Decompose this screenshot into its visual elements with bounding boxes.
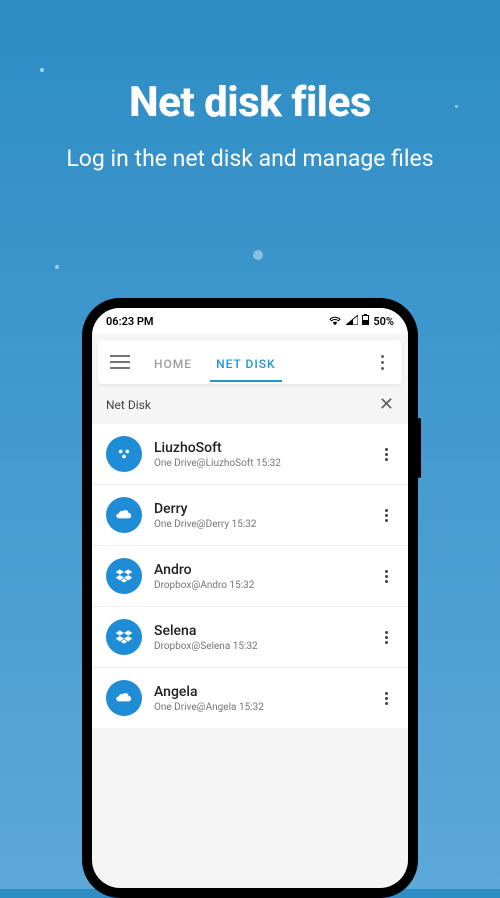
list-item[interactable]: Angela One Drive@Angela 15:32 [92,668,408,728]
decor-dot [55,265,59,269]
list-item[interactable]: Derry One Drive@Derry 15:32 [92,485,408,546]
dropbox-icon [106,558,142,594]
hero-title: Net disk files [0,78,500,127]
item-title: Andro [154,562,366,578]
tab-net-disk[interactable]: NET DISK [204,343,288,382]
item-more-icon[interactable] [378,692,394,705]
item-subtitle: One Drive@Derry 15:32 [154,519,366,530]
hero-subtitle: Log in the net disk and manage files [0,145,500,172]
section-title: Net Disk [106,398,151,412]
phone-frame: 06:23 PM 50% HOME NET DISK [82,298,418,898]
item-more-icon[interactable] [378,631,394,644]
status-time: 06:23 PM [106,315,154,328]
item-more-icon[interactable] [378,570,394,583]
baidu-icon [106,436,142,472]
item-subtitle: Dropbox@Selena 15:32 [154,641,366,652]
status-icons: 50% [328,314,394,328]
top-bar: HOME NET DISK [98,340,402,384]
section-header: Net Disk ✕ [92,384,408,424]
onedrive-icon [106,680,142,716]
decor-dot [253,250,263,260]
wifi-icon [328,315,342,328]
hero: Net disk files Log in the net disk and m… [0,0,500,172]
item-title: Derry [154,501,366,517]
decor-dot [40,68,44,72]
item-more-icon[interactable] [378,448,394,461]
item-title: Angela [154,684,366,700]
tabs: HOME NET DISK [142,343,370,382]
list-item[interactable]: Andro Dropbox@Andro 15:32 [92,546,408,607]
item-text: Angela One Drive@Angela 15:32 [154,684,366,713]
tab-home[interactable]: HOME [142,343,204,382]
phone-screen: 06:23 PM 50% HOME NET DISK [92,308,408,888]
list-item[interactable]: Selena Dropbox@Selena 15:32 [92,607,408,668]
battery-text: 50% [373,315,394,328]
status-bar: 06:23 PM 50% [92,308,408,334]
item-title: Selena [154,623,366,639]
item-text: Selena Dropbox@Selena 15:32 [154,623,366,652]
close-icon[interactable]: ✕ [379,396,394,414]
decor-dot [455,105,458,108]
list-item[interactable]: LiuzhoSoft One Drive@LiuzhoSoft 15:32 [92,424,408,485]
battery-icon [362,314,369,328]
item-title: LiuzhoSoft [154,440,366,456]
item-text: Derry One Drive@Derry 15:32 [154,501,366,530]
item-subtitle: One Drive@Angela 15:32 [154,702,366,713]
more-icon[interactable] [370,355,394,370]
item-text: LiuzhoSoft One Drive@LiuzhoSoft 15:32 [154,440,366,469]
item-subtitle: One Drive@LiuzhoSoft 15:32 [154,458,366,469]
item-more-icon[interactable] [378,509,394,522]
item-subtitle: Dropbox@Andro 15:32 [154,580,366,591]
onedrive-icon [106,497,142,533]
item-text: Andro Dropbox@Andro 15:32 [154,562,366,591]
account-list: LiuzhoSoft One Drive@LiuzhoSoft 15:32 Derr… [92,424,408,728]
dropbox-icon [106,619,142,655]
signal-icon [346,315,358,328]
menu-icon[interactable] [110,355,130,369]
